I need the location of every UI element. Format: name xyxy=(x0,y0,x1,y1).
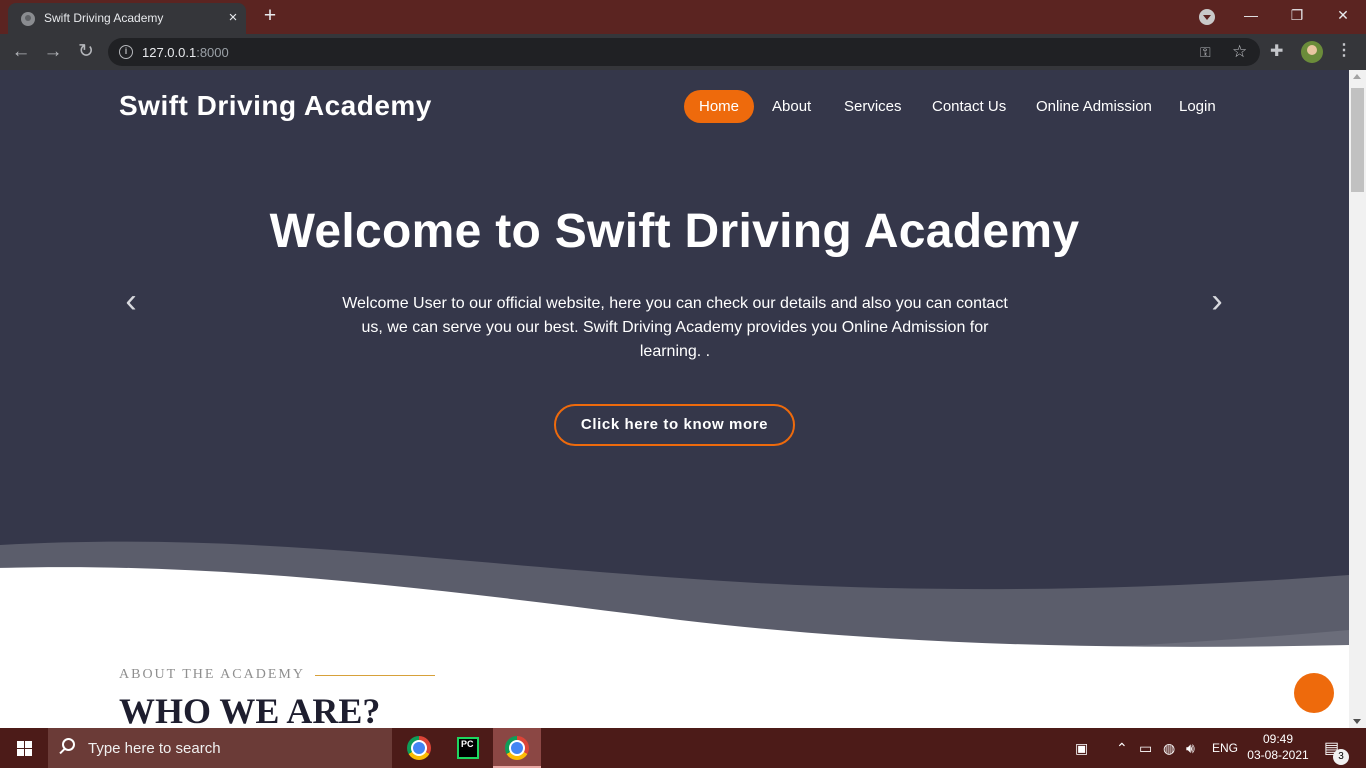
notification-count-badge: 3 xyxy=(1333,749,1349,765)
page-viewport: Swift Driving Academy Home About Service… xyxy=(0,70,1349,728)
floating-action-button[interactable] xyxy=(1294,673,1334,713)
browser-tab[interactable]: Swift Driving Academy × xyxy=(8,3,246,34)
carousel-prev-chevron-icon[interactable]: ‹ xyxy=(119,284,143,318)
nav-online-admission[interactable]: Online Admission xyxy=(1036,90,1152,123)
scrollbar-thumb[interactable] xyxy=(1351,88,1364,192)
windows-start-button[interactable] xyxy=(0,728,48,768)
site-brand[interactable]: Swift Driving Academy xyxy=(119,90,432,122)
taskbar-clock[interactable]: 09:49 03-08-2021 xyxy=(1244,731,1312,763)
taskbar-chrome-profile-app[interactable] xyxy=(493,728,541,768)
forward-arrow-icon[interactable]: → xyxy=(42,41,64,63)
chrome-profile-icon xyxy=(505,736,529,760)
tab-title: Swift Driving Academy xyxy=(44,11,164,25)
extensions-puzzle-icon[interactable]: ✚ xyxy=(1270,41,1283,61)
volume-icon[interactable]: 🔊︎ xyxy=(1186,740,1195,757)
network-globe-icon[interactable]: ◍ xyxy=(1163,740,1175,757)
about-section-label: ABOUT THE ACADEMY xyxy=(119,667,305,682)
nav-home[interactable]: Home xyxy=(684,90,755,123)
taskbar-chrome-app[interactable] xyxy=(395,728,443,768)
carousel-next-chevron-icon[interactable]: › xyxy=(1205,284,1229,318)
menu-kebab-icon[interactable]: ⋮ xyxy=(1336,40,1352,60)
info-icon[interactable]: i xyxy=(119,45,133,59)
hero-wave xyxy=(0,541,1349,650)
show-hidden-icons-chevron-icon[interactable]: ⌃ xyxy=(1116,740,1128,757)
minimize-button[interactable]: — xyxy=(1236,4,1266,26)
news-widget-icon[interactable]: ▣ xyxy=(1075,740,1088,757)
tab-close-icon[interactable]: × xyxy=(225,9,241,27)
pycharm-icon: PC xyxy=(457,737,479,759)
restore-button[interactable]: ❐ xyxy=(1282,4,1312,26)
nav-services[interactable]: Services xyxy=(844,90,902,123)
battery-icon[interactable]: ▭ xyxy=(1139,740,1152,757)
windows-taskbar: Type here to search PC ▣ ⌃ ▭ ◍ 🔊︎ ENG 09… xyxy=(0,728,1366,768)
taskbar-pycharm-app[interactable]: PC xyxy=(444,728,492,768)
language-indicator[interactable]: ENG xyxy=(1212,741,1238,755)
profile-avatar[interactable] xyxy=(1301,41,1323,63)
url-text[interactable]: 127.0.0.1:8000 xyxy=(142,45,229,60)
hero-title: Welcome to Swift Driving Academy xyxy=(269,205,1080,258)
chrome-icon xyxy=(407,736,431,760)
browser-tab-bar: Swift Driving Academy × + — ❐ ✕ xyxy=(0,0,1366,34)
hero-description: Welcome User to our official website, he… xyxy=(342,295,1008,360)
page-scrollbar[interactable] xyxy=(1349,70,1366,728)
clock-time: 09:49 xyxy=(1262,732,1294,746)
scroll-down-arrow-icon[interactable] xyxy=(1353,719,1361,724)
back-arrow-icon[interactable]: ← xyxy=(10,41,32,63)
globe-icon xyxy=(21,12,35,26)
key-icon[interactable]: ⚿ xyxy=(1200,44,1211,61)
clock-date: 03-08-2021 xyxy=(1247,748,1309,762)
bookmark-star-icon[interactable]: ☆ xyxy=(1232,42,1247,62)
know-more-button[interactable]: Click here to know more xyxy=(554,404,795,446)
scroll-up-arrow-icon[interactable] xyxy=(1353,74,1361,79)
new-tab-button[interactable]: + xyxy=(258,4,282,28)
reload-icon[interactable]: ↻ xyxy=(75,41,97,63)
browser-toolbar: ← → ↻ i 127.0.0.1:8000 ⚿ ☆ ✚ ⋮ xyxy=(0,34,1366,70)
taskbar-search-box[interactable]: Type here to search xyxy=(48,728,392,768)
close-window-button[interactable]: ✕ xyxy=(1328,4,1358,26)
about-divider-line xyxy=(315,675,435,676)
tab-search-icon[interactable] xyxy=(1199,9,1215,25)
address-bar[interactable]: i 127.0.0.1:8000 ⚿ ☆ xyxy=(108,38,1260,66)
search-icon xyxy=(62,738,75,751)
about-section-heading: WHO WE ARE? xyxy=(119,691,381,728)
nav-about[interactable]: About xyxy=(772,90,811,123)
search-placeholder: Type here to search xyxy=(88,740,221,757)
nav-login[interactable]: Login xyxy=(1179,90,1216,123)
nav-contact-us[interactable]: Contact Us xyxy=(932,90,1006,123)
